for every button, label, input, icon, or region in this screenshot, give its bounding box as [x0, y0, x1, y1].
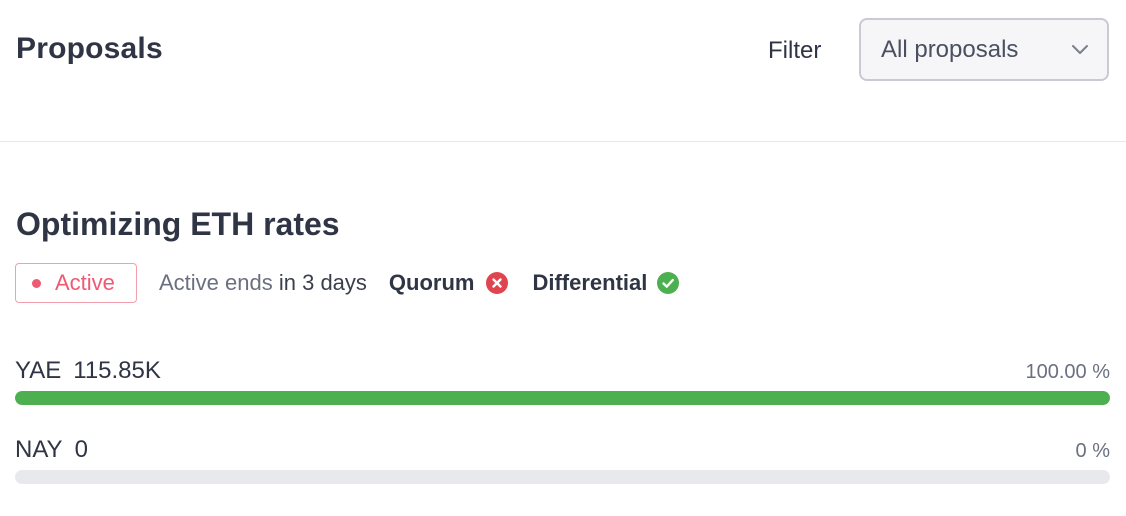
quorum-label: Quorum [388, 270, 475, 295]
vote-progress-track [15, 470, 1110, 484]
proposal-meta: Active Active ends in 3 days Quorum Diff… [15, 263, 680, 303]
proposal-title[interactable]: Optimizing ETH rates [16, 206, 340, 243]
vote-percent: 0 % [1075, 440, 1110, 462]
filter-select-value: All proposals [881, 35, 1019, 63]
page-header: Proposals Filter All proposals [0, 0, 1126, 142]
ends-info: Active ends in 3 days [159, 270, 367, 296]
vote-progress-fill [15, 391, 1110, 405]
x-circle-icon [486, 272, 509, 294]
check-circle-icon [657, 272, 680, 294]
vote-progress-track [15, 391, 1110, 405]
status-dot-icon [32, 278, 41, 288]
differential-label: Differential [532, 270, 648, 295]
filter-select[interactable]: All proposals [859, 18, 1109, 81]
chevron-down-icon [1072, 45, 1088, 54]
status-badge: Active [15, 263, 137, 303]
status-text: Active [55, 270, 115, 295]
ends-value: in 3 days [278, 270, 367, 295]
ends-prefix: Active ends [159, 270, 273, 295]
vote-percent: 100.00 % [1025, 361, 1110, 383]
page-title: Proposals [16, 32, 163, 65]
vote-amount: 115.85K [73, 357, 161, 384]
vote-row-nay: NAY 0 0 % [15, 436, 1110, 484]
vote-label: YAE [15, 357, 62, 384]
vote-label: NAY [15, 436, 63, 463]
vote-row-yae: YAE 115.85K 100.00 % [15, 357, 1110, 405]
filter-label: Filter [768, 37, 822, 64]
vote-amount: 0 [74, 436, 88, 463]
